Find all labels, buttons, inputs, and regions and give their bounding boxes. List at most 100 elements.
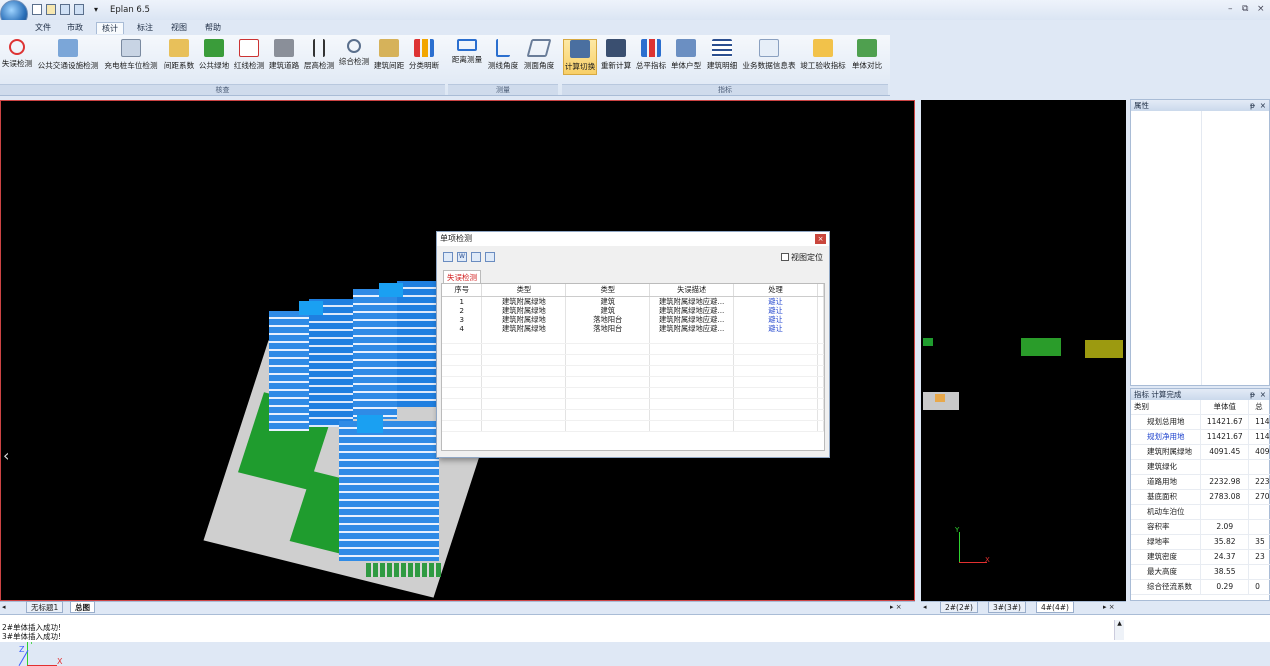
save-icon[interactable] — [60, 4, 70, 15]
menu-check[interactable]: 核计 — [96, 22, 124, 34]
angle-icon — [496, 39, 510, 57]
menu-municipal[interactable]: 市政 — [62, 22, 88, 34]
index-row[interactable]: 建筑附属绿地 4091.45 409 — [1131, 444, 1270, 460]
ribbon-classify-button[interactable]: 分类明断 — [407, 39, 441, 75]
ribbon-label: 竣工验收指标 — [800, 61, 846, 70]
row-action[interactable]: 避让 — [733, 296, 818, 306]
table-row[interactable]: 4 建筑附属绿地 落地阳台 建筑附属绿地应避... 避让 — [442, 323, 825, 333]
ribbon-acceptance-index-button[interactable]: 竣工验收指标 — [798, 39, 848, 75]
index-row[interactable]: 机动车泊位 — [1131, 504, 1270, 520]
tab-unit-3[interactable]: 3#(3#) — [988, 601, 1026, 613]
ribbon-recalculate-button[interactable]: 重新计算 — [599, 39, 633, 75]
empty-cell — [733, 409, 818, 421]
row-action[interactable]: 避让 — [733, 305, 818, 315]
ribbon-label: 重新计算 — [600, 61, 632, 70]
index-unit-value: 2232.98 — [1200, 474, 1250, 490]
view-locate-checkbox[interactable] — [781, 253, 789, 261]
empty-cell — [649, 354, 735, 366]
menu-view[interactable]: 视图 — [166, 22, 192, 34]
pin-icon[interactable]: ᵽ — [1250, 100, 1255, 111]
index-row[interactable]: 建筑绿化 — [1131, 459, 1270, 475]
open-file-icon[interactable] — [46, 4, 56, 15]
tab-unit-2[interactable]: 2#(2#) — [940, 601, 978, 613]
index-table: 类别 单体值 总 规划总用地 11421.67 114 规划净用地 11421.67 11… — [1131, 400, 1270, 595]
row-description: 建筑附属绿地应避... — [649, 314, 735, 324]
index-row[interactable]: 规划净用地 11421.67 114 — [1131, 429, 1270, 445]
ribbon-face-angle-button[interactable]: 测面角度 — [521, 39, 557, 75]
menu-file[interactable]: 文件 — [30, 22, 56, 34]
row-description: 建筑附属绿地应避... — [649, 305, 735, 315]
ribbon-public-transport-button[interactable]: 公共交通设施检测 — [36, 39, 100, 75]
table-row[interactable]: 1 建筑附属绿地 建筑 建筑附属绿地应避... 避让 — [442, 296, 825, 306]
chevron-left-icon[interactable]: ‹ — [3, 446, 9, 465]
error-check-icon — [9, 39, 25, 55]
table-icon[interactable] — [471, 252, 481, 262]
tab-scroll-right-icon[interactable]: ▸ × — [1103, 603, 1115, 611]
index-row[interactable]: 规划总用地 11421.67 114 — [1131, 414, 1270, 430]
magnifier-icon — [347, 39, 361, 53]
tab-scroll-right-icon[interactable]: ▸ × — [890, 603, 902, 611]
ribbon-public-green-button[interactable]: 公共绿地 — [197, 39, 231, 75]
output-scrollbar[interactable]: ▲ — [1114, 620, 1124, 640]
index-row[interactable]: 绿地率 35.82 35 — [1131, 534, 1270, 550]
tab-error-check[interactable]: 失误检测 — [443, 270, 481, 283]
ribbon-floor-height-button[interactable]: 层高检测 — [302, 39, 336, 75]
minimize-button[interactable]: – — [1228, 4, 1233, 14]
ribbon-redline-check-button[interactable]: 红线检测 — [232, 39, 266, 75]
quick-access-dropdown-icon[interactable]: ▾ — [94, 5, 98, 14]
close-button[interactable]: × — [1257, 4, 1265, 14]
ribbon-calc-switch-button[interactable]: 计算切换 — [563, 39, 597, 75]
ribbon-distance-measure-button[interactable]: 距离测量 — [449, 39, 485, 75]
empty-cell — [442, 387, 483, 399]
ribbon-business-data-button[interactable]: 业务数据信息表 — [741, 39, 797, 75]
ribbon-building-road-button[interactable]: 建筑道路 — [267, 39, 301, 75]
index-row[interactable]: 道路用地 2232.98 223 — [1131, 474, 1270, 490]
index-name: 建筑密度 — [1131, 549, 1202, 565]
index-name: 规划总用地 — [1131, 414, 1202, 430]
index-row[interactable]: 综合径流系数 0.29 0 — [1131, 579, 1270, 595]
tab-scroll-left-icon[interactable]: ◂ — [923, 603, 927, 611]
ribbon-error-check-button[interactable]: 失误检测 — [0, 39, 34, 75]
save-as-icon[interactable] — [74, 4, 84, 15]
tab-unit-4[interactable]: 4#(4#) — [1036, 601, 1074, 613]
building-spacing-icon — [379, 39, 399, 57]
close-icon[interactable]: × — [1260, 389, 1266, 400]
word-export-icon[interactable]: W — [457, 252, 467, 262]
tab-site-plan[interactable]: 总图 — [70, 601, 95, 613]
ribbon-line-angle-button[interactable]: 测线角度 — [486, 39, 520, 75]
row-action[interactable]: 避让 — [733, 323, 818, 333]
index-row[interactable]: 容积率 2.09 — [1131, 519, 1270, 535]
empty-cell — [442, 398, 483, 410]
error-table-header: 序号 类型 类型 失误描述 处理 — [442, 284, 825, 297]
row-action[interactable]: 避让 — [733, 314, 818, 324]
filter-icon[interactable] — [485, 252, 495, 262]
new-file-icon[interactable] — [32, 4, 42, 15]
index-row[interactable]: 建筑密度 24.37 23 — [1131, 549, 1270, 565]
ribbon-unit-compare-button[interactable]: 单体对比 — [849, 39, 885, 75]
close-icon[interactable]: × — [1260, 100, 1266, 111]
ribbon-comprehensive-check-button[interactable]: 综合检测 — [337, 39, 371, 75]
pin-icon[interactable]: ᵽ — [1250, 389, 1255, 400]
tab-untitled[interactable]: 无标题1 — [26, 601, 64, 613]
menu-help[interactable]: 帮助 — [200, 22, 226, 34]
ribbon-spacing-coefficient-button[interactable]: 间距系数 — [162, 39, 196, 75]
empty-cell — [817, 409, 825, 421]
dialog-close-button[interactable]: × — [815, 234, 826, 244]
error-table: 序号 类型 类型 失误描述 处理 1 建筑附属绿地 建筑 建筑附属绿地应避... 避让 2… — [442, 284, 825, 432]
index-row[interactable]: 基底面积 2783.08 270 — [1131, 489, 1270, 505]
menu-annotate[interactable]: 标注 — [132, 22, 158, 34]
ribbon-building-spacing-button[interactable]: 建筑间距 — [372, 39, 406, 75]
axis-x-line — [959, 562, 987, 563]
index-table-header: 类别 单体值 总 — [1131, 400, 1270, 415]
refresh-icon[interactable] — [443, 252, 453, 262]
table-row[interactable]: 2 建筑附属绿地 建筑 建筑附属绿地应避... 避让 — [442, 305, 825, 315]
ribbon-unit-type-button[interactable]: 单体户型 — [669, 39, 703, 75]
secondary-viewport[interactable]: Y X — [921, 100, 1126, 601]
ribbon-charging-spot-button[interactable]: 充电桩车位检测 — [102, 39, 160, 75]
index-row[interactable]: 最大高度 38.55 — [1131, 564, 1270, 580]
table-row[interactable]: 3 建筑附属绿地 落地阳台 建筑附属绿地应避... 避让 — [442, 314, 825, 324]
ribbon-building-detail-button[interactable]: 建筑明细 — [704, 39, 740, 75]
ribbon-site-index-button[interactable]: 总平指标 — [634, 39, 668, 75]
tab-scroll-left-icon[interactable]: ◂ — [2, 603, 6, 611]
restore-button[interactable]: ⧉ — [1242, 4, 1248, 14]
